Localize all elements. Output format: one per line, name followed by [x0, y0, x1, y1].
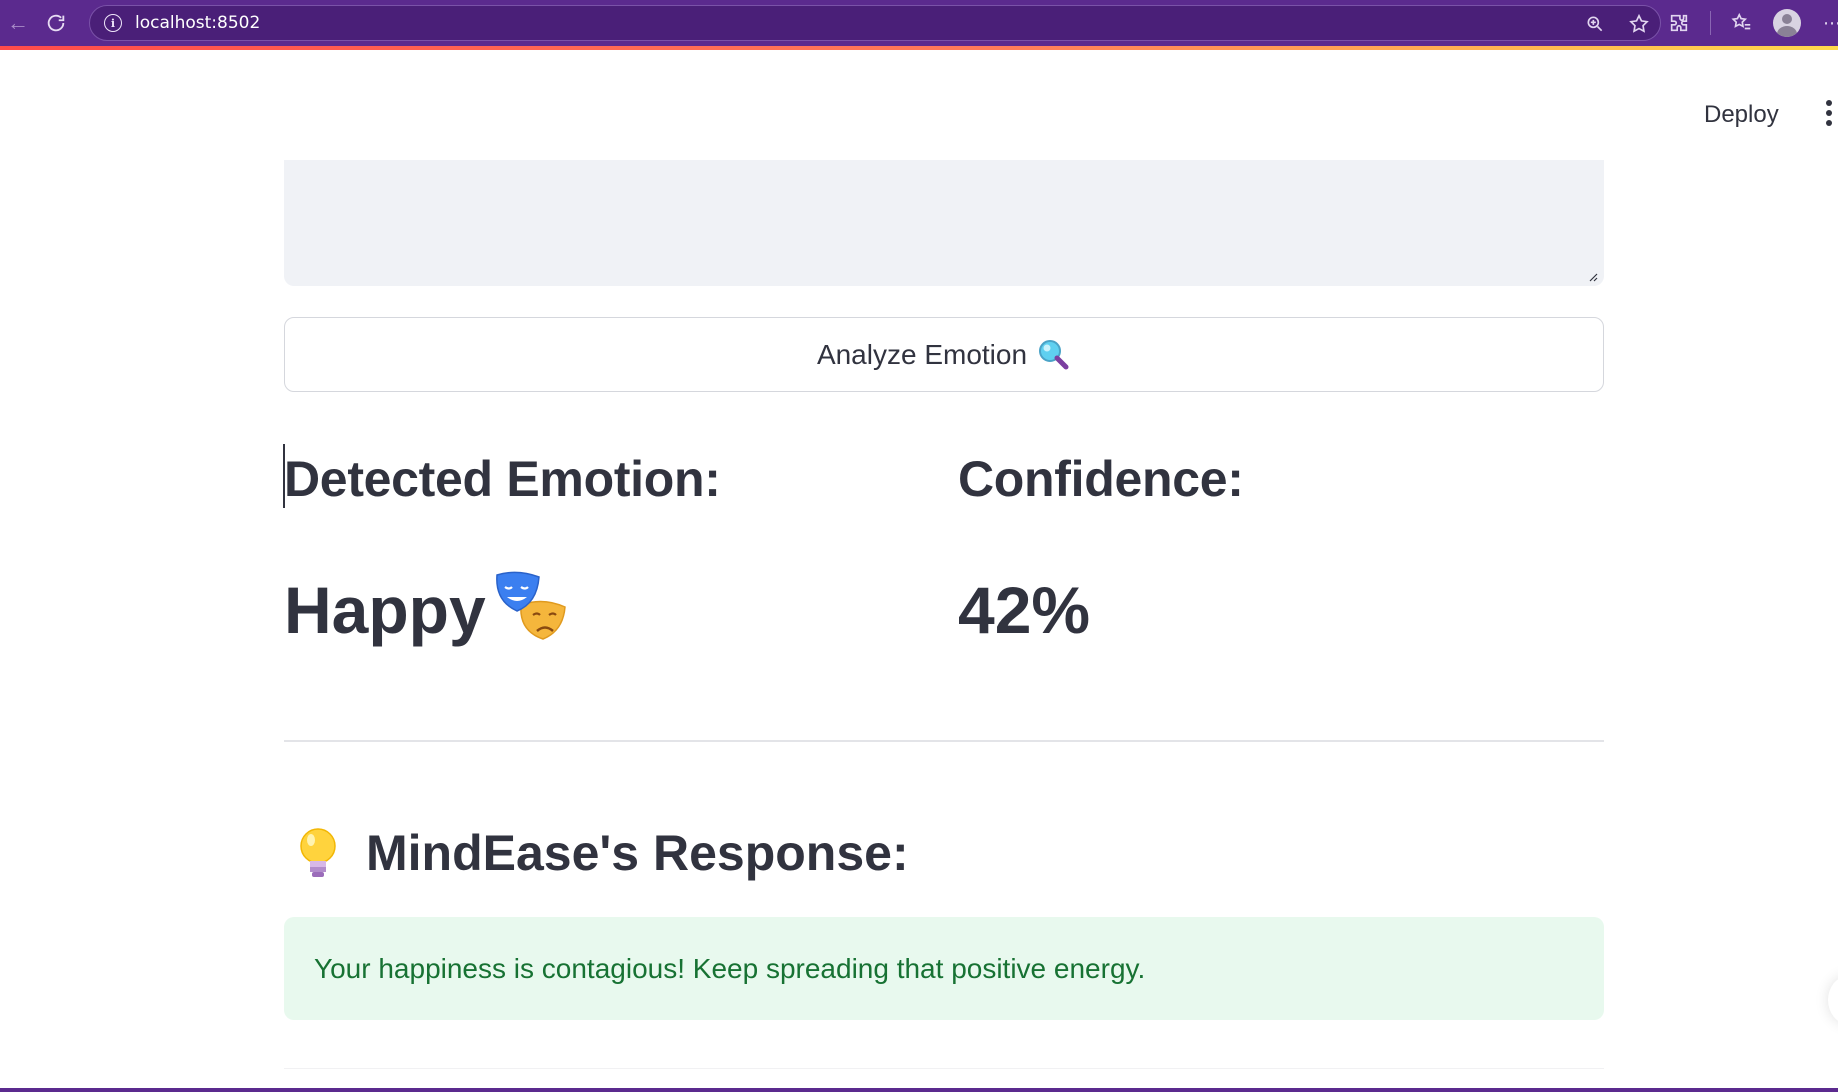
favorite-star-icon[interactable] — [1628, 13, 1650, 35]
zoom-icon[interactable] — [1584, 13, 1606, 35]
app-accent-stripe — [0, 46, 1838, 50]
bottom-divider — [284, 1068, 1604, 1069]
text-input-area[interactable] — [284, 160, 1604, 286]
favorites-list-icon[interactable] — [1731, 12, 1753, 34]
performing-arts-masks-icon — [496, 571, 566, 640]
profile-avatar[interactable] — [1773, 9, 1801, 37]
site-info-icon[interactable]: i — [104, 14, 122, 32]
response-heading: MindEase's Response: — [366, 825, 909, 881]
response-message: Your happiness is contagious! Keep sprea… — [314, 952, 1146, 984]
light-bulb-icon — [300, 828, 336, 877]
confidence-heading: Confidence: — [958, 451, 1244, 507]
analyze-button-label: Analyze Emotion — [816, 338, 1028, 370]
response-message-box: Your happiness is contagious! Keep sprea… — [284, 917, 1604, 1020]
window-border — [0, 1088, 1838, 1092]
extensions-icon[interactable] — [1668, 12, 1690, 34]
detected-emotion-heading: Detected Emotion: — [284, 451, 721, 507]
confidence-value: 42% — [958, 573, 1091, 647]
reload-icon[interactable] — [36, 0, 76, 46]
detected-emotion-value: Happy — [284, 573, 486, 647]
url-text: localhost:8502 — [135, 13, 261, 33]
browser-menu-icon[interactable]: ⋯ — [1821, 12, 1838, 34]
resize-handle-icon[interactable] — [1588, 272, 1598, 282]
analyze-emotion-button[interactable]: Analyze Emotion — [284, 317, 1604, 392]
back-arrow-icon[interactable]: ← — [0, 0, 36, 46]
floating-action-button[interactable] — [1828, 976, 1838, 1024]
toolbar-separator — [1710, 11, 1711, 35]
deploy-button[interactable]: Deploy — [1692, 96, 1791, 134]
address-bar[interactable]: i localhost:8502 — [89, 5, 1661, 41]
magnifying-glass-icon — [1039, 339, 1069, 369]
main-menu-icon[interactable] — [1826, 100, 1834, 130]
section-divider — [284, 740, 1604, 742]
